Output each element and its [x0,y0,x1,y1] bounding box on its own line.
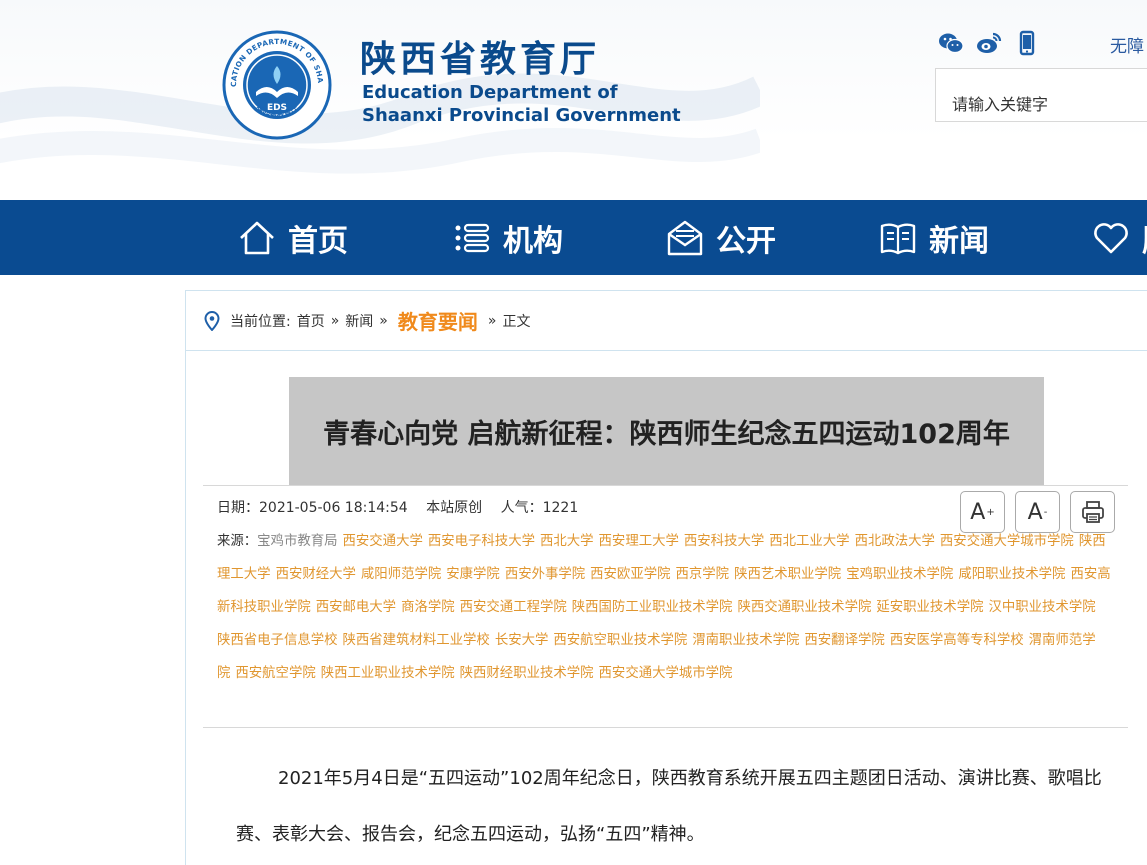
source-link[interactable]: 陕西交通职业技术学院 [737,600,871,615]
source-link[interactable]: 西北政法大学 [855,534,935,549]
source-link[interactable]: 西北工业大学 [769,534,849,549]
breadcrumb-separator: » [487,312,497,329]
nav-label-home: 首页 [288,223,348,259]
font-larger-sup: + [986,506,995,518]
font-larger-label: A [970,499,986,525]
site-name-english-line1: Education Department of [362,82,618,103]
source-link[interactable]: 西安电子科技大学 [428,534,535,549]
source-link[interactable]: 西安科技大学 [684,534,764,549]
heart-icon [1094,222,1128,253]
source-link[interactable]: 商洛学院 [401,600,455,615]
breadcrumb-prefix: 当前位置: [230,313,291,330]
source-link[interactable]: 陕西财经职业技术学院 [460,666,594,681]
article-paragraph: 2021年5月4日是“五四运动”102周年纪念日，陕西教育系统开展五四主题团日活… [236,768,1102,845]
site-header: EDS EDUCATION DEPARTMENT OF SHAANXI 陕西省教… [0,0,1147,200]
source-link[interactable]: 西安财经大学 [276,567,356,582]
site-name-chinese: 陕西省教育厅 [360,38,601,80]
source-link[interactable]: 陕西国防工业职业技术学院 [572,600,733,615]
printer-icon [1081,501,1104,523]
nav-label-service: 服 [1142,216,1147,260]
source-link[interactable]: 陕西省建筑材料工业学校 [343,633,490,648]
source-link[interactable]: 西安航空职业技术学院 [553,633,687,648]
title-divider [203,485,1128,486]
breadcrumb: 当前位置: 首页 » 新闻 » 教育要闻 » 正文 [186,291,1147,351]
source-link[interactable]: 西京学院 [676,567,730,582]
source-link[interactable]: 西安医学高等专科学校 [890,633,1024,648]
breadcrumb-separator: » [379,312,388,329]
body-divider [203,727,1128,728]
nav-item-home[interactable]: 首页 [238,200,348,275]
source-link[interactable]: 陕西工业职业技术学院 [321,666,455,681]
nav-label-public: 公开 [716,223,776,259]
accessibility-link[interactable]: 无障 [1110,32,1144,57]
nav-item-news[interactable]: 新闻 [879,200,989,275]
nav-label-news: 新闻 [929,223,989,259]
source-link[interactable]: 西安欧亚学院 [590,567,670,582]
source-link[interactable]: 咸阳职业技术学院 [958,567,1065,582]
location-pin-icon [204,310,220,331]
source-label: 来源： [217,534,258,549]
source-link[interactable]: 西安交通大学城市学院 [940,534,1074,549]
breadcrumb-category[interactable]: 教育要闻 [398,306,478,335]
source-link[interactable]: 西安邮电大学 [316,600,396,615]
article-container: 当前位置: 首页 » 新闻 » 教育要闻 » 正文 青春心向党 启航新征程：陕西… [185,290,1147,865]
source-link[interactable]: 陕西艺术职业学院 [734,567,841,582]
article-sources: 来源：宝鸡市教育局 西安交通大学 西安电子科技大学 西北大学 西安理工大学 西安科技大学西… [217,525,1112,690]
breadcrumb-news[interactable]: 新闻 [345,311,373,331]
source-link[interactable]: 西安交通工程学院 [460,600,567,615]
source-link[interactable]: 西安交通大学 [343,534,423,549]
article-origin: 本站原创 [426,500,483,516]
source-link[interactable]: 延安职业技术学院 [876,600,983,615]
weibo-icon[interactable] [976,30,1002,56]
list-icon [455,223,490,252]
source-link[interactable]: 西北大学 [540,534,594,549]
search-input[interactable] [935,68,1147,122]
article-meta: 日期：2021-05-06 18:14:54 本站原创 人气：1221 [217,497,592,517]
source-link[interactable]: 咸阳师范学院 [361,567,441,582]
source-link[interactable]: 汉中职业技术学院 [988,600,1095,615]
nav-label-organization: 机构 [503,223,563,259]
article-title: 青春心向党 启航新征程：陕西师生纪念五四运动102周年 [289,377,1044,485]
breadcrumb-leaf: 正文 [502,313,531,330]
site-name-english-line2: Shaanxi Provincial Government [362,105,681,126]
breadcrumb-home[interactable]: 首页 [297,311,325,331]
source-link[interactable]: 西安外事学院 [505,567,585,582]
nav-item-organization[interactable]: 机构 [453,200,563,275]
date-label: 日期： [217,500,259,516]
source-link[interactable]: 西安翻译学院 [804,633,884,648]
mobile-icon[interactable] [1014,30,1040,56]
site-logo[interactable]: EDS EDUCATION DEPARTMENT OF SHAANXI 陕西省教… [222,30,332,140]
source-link[interactable]: 长安大学 [495,633,549,648]
main-nav: 首页 机构 公开 新闻 服 [0,200,1147,275]
home-icon [240,221,274,254]
source-link[interactable]: 陕西省电子信息学校 [217,633,338,648]
wechat-icon[interactable] [938,30,964,56]
font-smaller-sup: - [1043,506,1048,518]
article-views: 1221 [542,500,579,516]
book-icon [880,223,916,254]
source-link[interactable]: 渭南职业技术学院 [692,633,799,648]
mail-icon [667,220,703,255]
font-smaller-label: A [1027,499,1043,525]
breadcrumb-separator: » [330,312,340,329]
views-label: 人气： [500,500,543,516]
source-link[interactable]: 宝鸡职业技术学院 [846,567,953,582]
source-link[interactable]: 西安航空学院 [235,666,315,681]
source-link[interactable]: 安康学院 [446,567,500,582]
social-links [938,30,1040,56]
source-link[interactable]: 西安理工大学 [599,534,679,549]
source-link[interactable]: 西安交通大学城市学院 [599,666,733,681]
nav-item-public[interactable]: 公开 [666,200,776,275]
source-origin: 宝鸡市教育局 [257,534,338,549]
nav-item-service[interactable]: 服 [1092,200,1147,275]
article-date: 2021-05-06 18:14:54 [259,500,408,516]
